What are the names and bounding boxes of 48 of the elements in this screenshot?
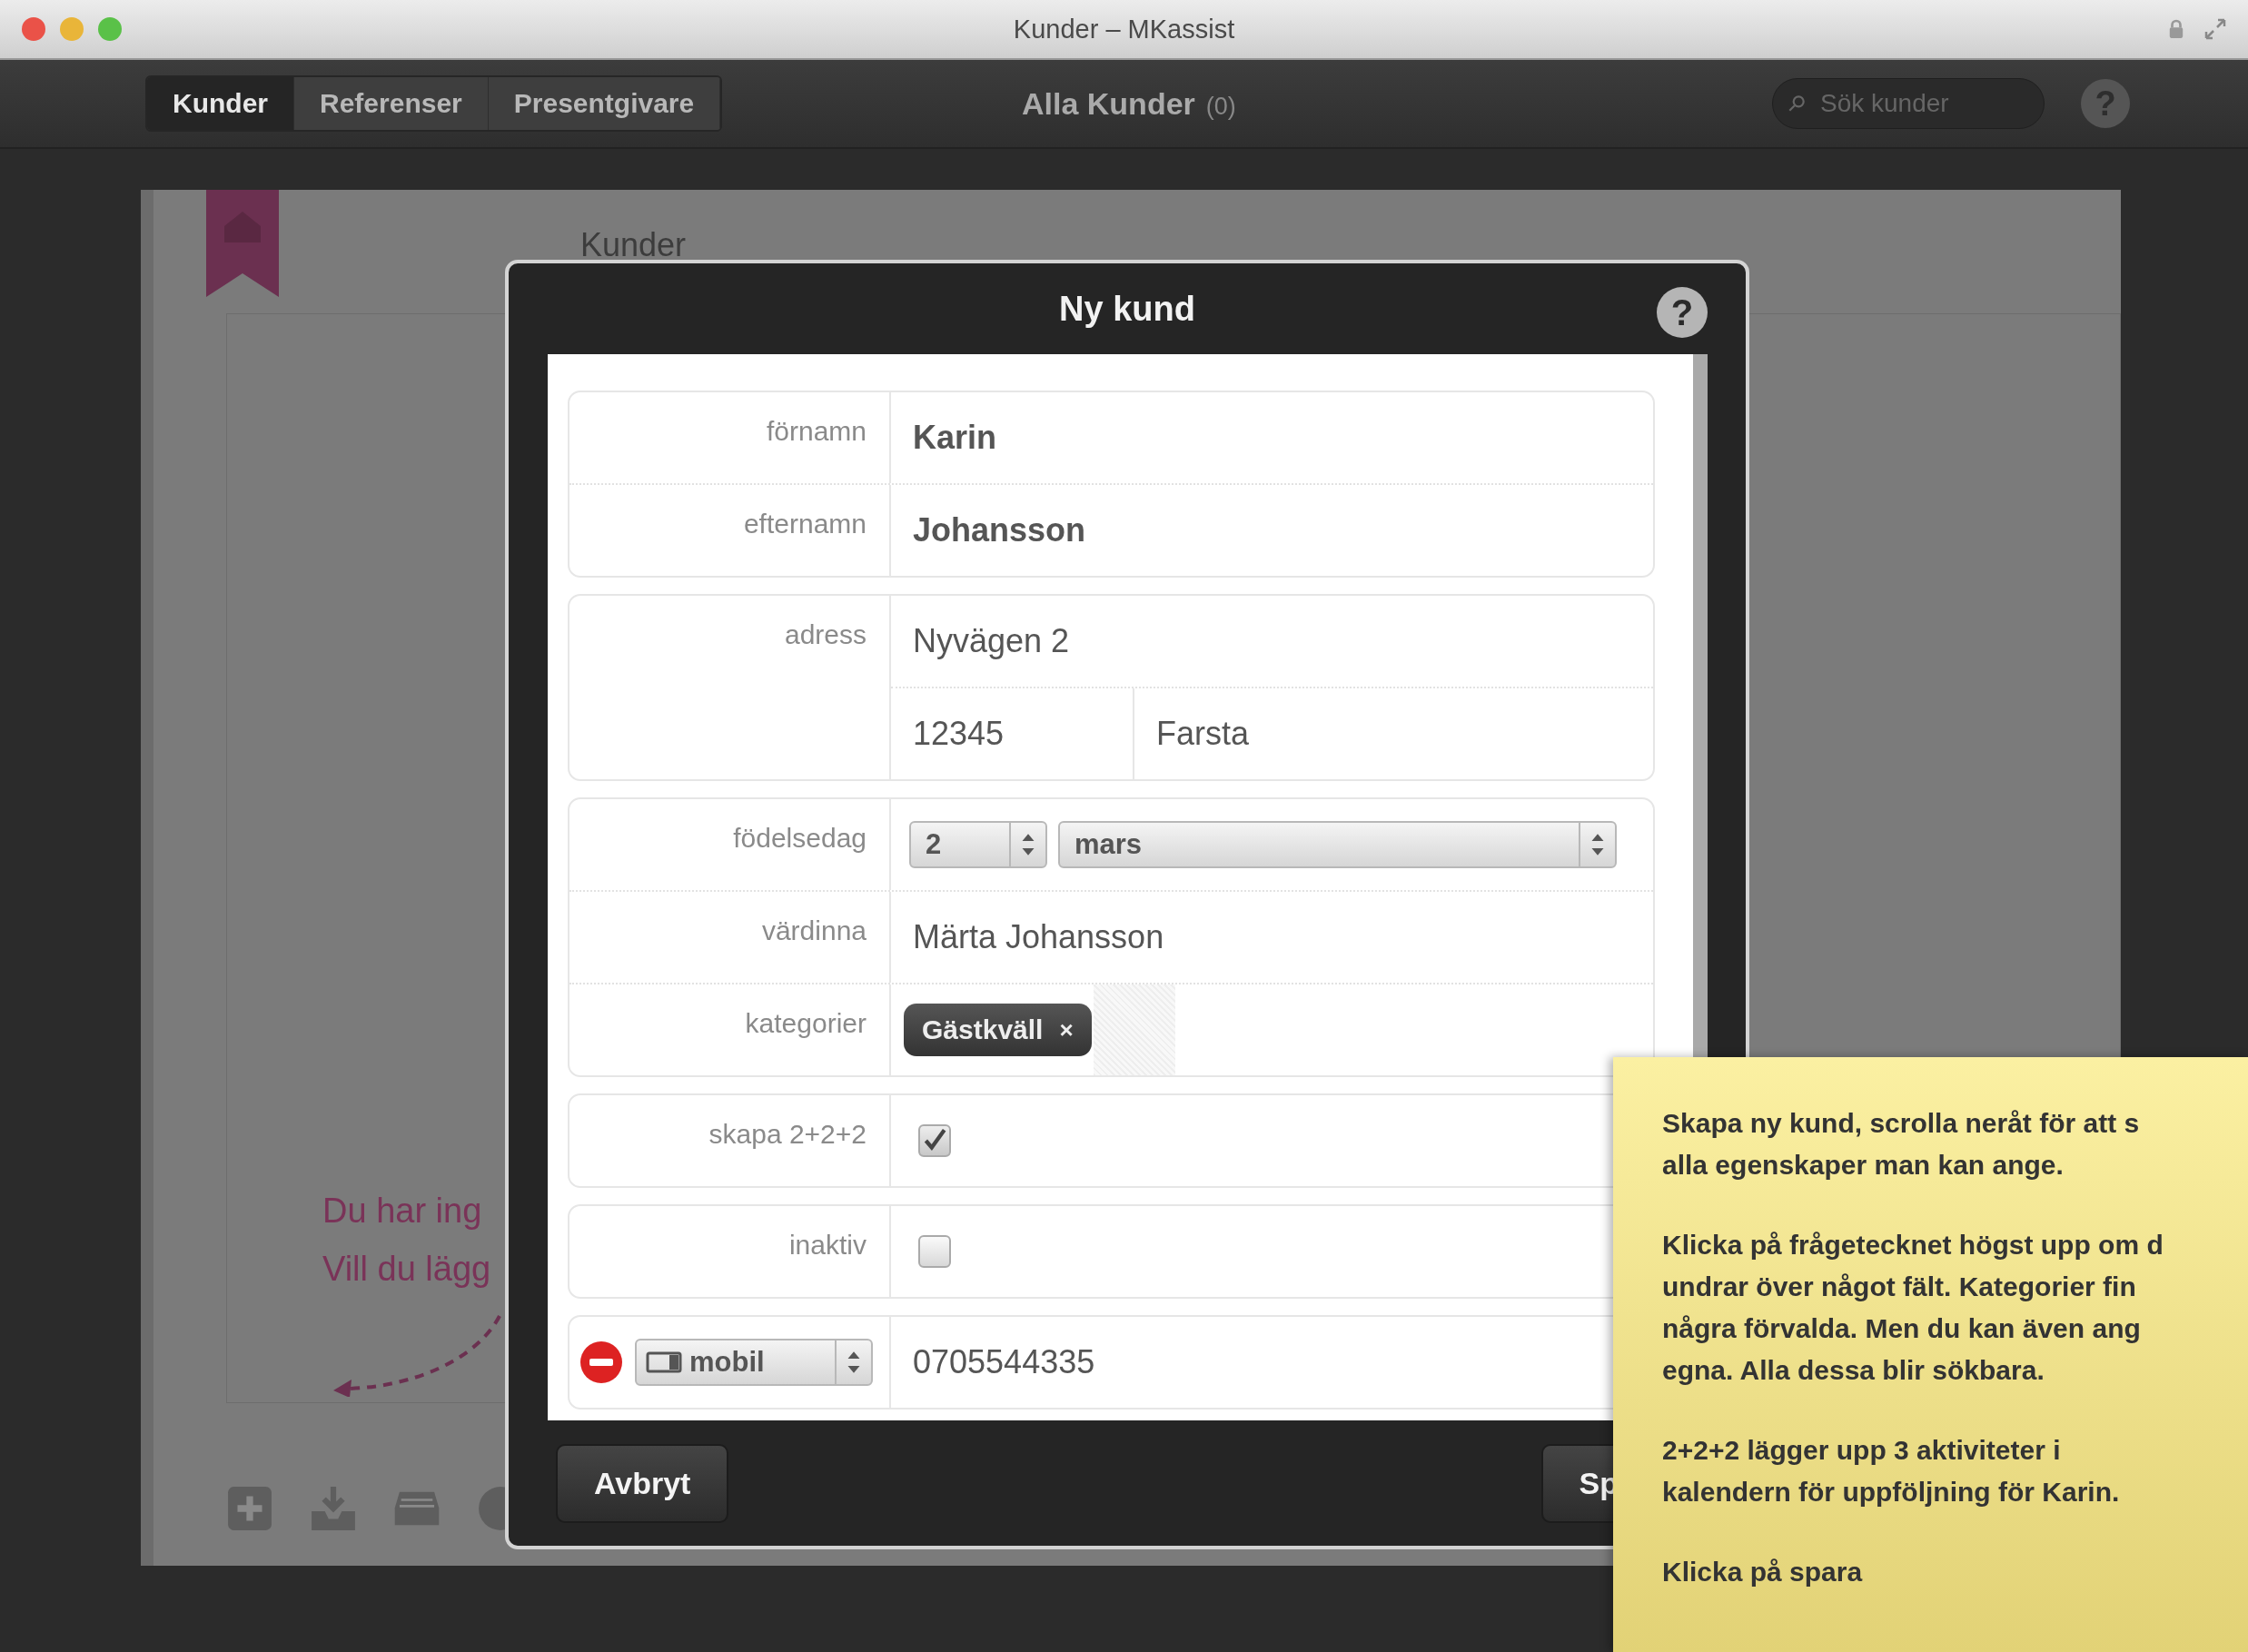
- field-label: inaktiv: [569, 1206, 891, 1297]
- month-select[interactable]: mars: [1058, 821, 1617, 868]
- field-label: kategorier: [569, 984, 891, 1075]
- device-icon: [646, 1351, 682, 1373]
- fullscreen-icon[interactable]: [2204, 18, 2226, 40]
- import-tray-icon[interactable]: [310, 1485, 357, 1532]
- add-icon[interactable]: [226, 1485, 273, 1532]
- home-bookmark-icon[interactable]: [206, 190, 279, 297]
- category-tag[interactable]: Gästkväll ×: [904, 1004, 1092, 1056]
- text-field[interactable]: Johansson: [913, 511, 1086, 549]
- field-label: förnamn: [569, 392, 891, 483]
- lock-icon: [2168, 19, 2184, 39]
- note-text: Klicka på frågetecknet högst upp om d undrar över något fält. Kategorier fin några förvalda. Men du kan även ang egna. Alla dessa blir sökbara.: [1662, 1229, 2164, 1387]
- tab[interactable]: Kunder: [147, 77, 294, 130]
- checkbox[interactable]: [918, 1124, 951, 1157]
- search-icon: [1787, 94, 1807, 114]
- page-heading: Alla Kunder: [1022, 85, 1195, 122]
- dialog-button[interactable]: Avbryt: [556, 1443, 729, 1523]
- field-label: värdinna: [569, 892, 891, 983]
- section-heading: Kunder: [580, 226, 688, 265]
- city-field[interactable]: Farsta: [1134, 688, 1250, 779]
- search-field[interactable]: Sök kunder: [1772, 78, 2045, 129]
- field-label: adress: [569, 596, 891, 779]
- zoom-icon[interactable]: [98, 17, 122, 41]
- text-field[interactable]: Karin: [913, 419, 997, 457]
- field-label: födelsedag: [569, 799, 891, 890]
- checkbox[interactable]: [918, 1235, 951, 1268]
- text-field[interactable]: Märta Johansson: [913, 918, 1164, 956]
- note-text: Skapa ny kund, scrolla neråt för att s alla egenskaper man kan ange.: [1662, 1107, 2141, 1182]
- help-button[interactable]: ?: [1657, 287, 1708, 338]
- window-title: Kunder – MKassist: [1013, 14, 1235, 45]
- minimize-icon[interactable]: [60, 17, 84, 41]
- close-icon[interactable]: [22, 17, 45, 41]
- empty-list-hint: Vill du lägg: [322, 1249, 491, 1290]
- zip-field[interactable]: 12345: [891, 688, 1134, 779]
- phone-field[interactable]: 0705544335: [913, 1343, 1095, 1381]
- day-select[interactable]: 2: [909, 821, 1047, 868]
- remove-icon[interactable]: [579, 1340, 624, 1385]
- field-label: skapa 2+2+2: [569, 1095, 891, 1186]
- empty-list-hint: Du har ing: [322, 1191, 483, 1232]
- note-text: 2+2+2 lägger upp 3 aktiviteter i kalendern för uppföljning för Karin.: [1662, 1434, 2121, 1509]
- customer-count: (0): [1205, 92, 1236, 121]
- field-label: efternamn: [569, 485, 891, 576]
- dialog-title: Ny kund: [1059, 289, 1195, 329]
- tag-input-field[interactable]: [1093, 984, 1175, 1075]
- note-text: Klicka på spara: [1662, 1556, 1864, 1588]
- street-field[interactable]: Nyvägen 2: [913, 622, 1070, 660]
- phone-type-select[interactable]: mobil: [635, 1339, 873, 1386]
